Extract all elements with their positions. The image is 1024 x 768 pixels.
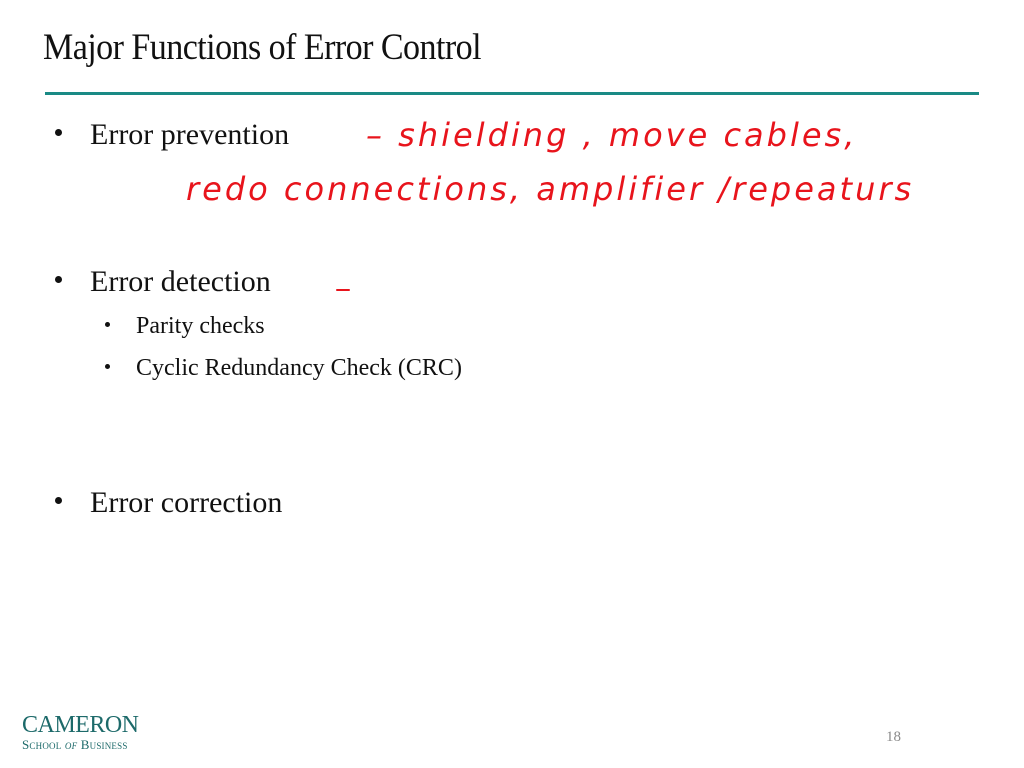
bullet-error-prevention: Error prevention: [55, 118, 289, 152]
logo-subtitle: School of Business: [22, 737, 139, 752]
logo-subtitle-prefix: School: [22, 737, 62, 752]
title-divider: [45, 92, 979, 95]
logo-name: CAMERON: [22, 712, 139, 738]
slide-title: Major Functions of Error Control: [43, 27, 482, 68]
bullet-icon: [55, 497, 62, 504]
bullet-icon: [55, 129, 62, 136]
handwritten-annotation-line2: redo connections, amplifier /repeaturs: [186, 170, 915, 208]
sub-bullet-crc: Cyclic Redundancy Check (CRC): [105, 355, 462, 382]
bullet-icon: [105, 322, 110, 327]
handwritten-annotation-line1: – shielding , move cables,: [366, 116, 858, 154]
cameron-logo: CAMERON School of Business: [22, 713, 139, 752]
bullet-icon: [55, 276, 62, 283]
sub-bullet-label: Parity checks: [136, 313, 265, 339]
logo-subtitle-of: of: [64, 737, 78, 752]
bullet-label: Error correction: [90, 486, 283, 519]
bullet-error-detection: Error detection: [55, 265, 271, 299]
handwritten-dash: [336, 289, 350, 291]
sub-bullet-label: Cyclic Redundancy Check (CRC): [136, 355, 462, 381]
logo-subtitle-suffix: Business: [80, 737, 128, 752]
sub-bullet-parity-checks: Parity checks: [105, 313, 265, 340]
bullet-label: Error detection: [90, 265, 271, 298]
bullet-error-correction: Error correction: [55, 486, 282, 520]
bullet-icon: [105, 364, 110, 369]
bullet-label: Error prevention: [90, 118, 290, 151]
page-number: 18: [886, 729, 901, 745]
